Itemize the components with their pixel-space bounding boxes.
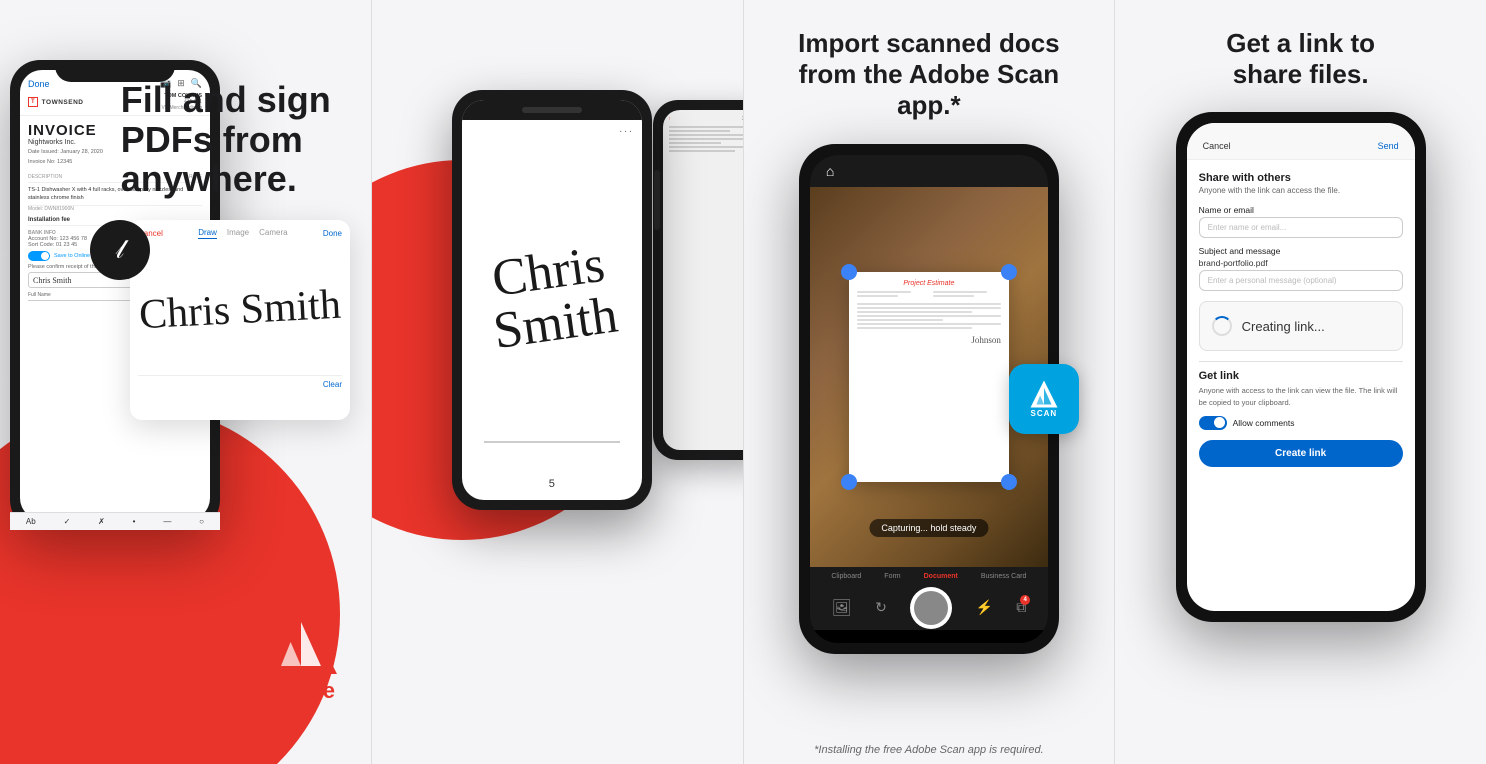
scan-doc-title: Project Estimate: [857, 280, 1001, 287]
tab-clipboard[interactable]: Clipboard: [831, 573, 861, 580]
share-top-bar: Cancel Send: [1187, 123, 1415, 160]
share-phone-wrapper: Cancel Send Share with others Anyone wit…: [1115, 112, 1486, 622]
toolbar-dash[interactable]: —: [163, 517, 171, 520]
name-email-label: Name or email: [1199, 205, 1403, 215]
handwriting-display: Chris Smith: [138, 281, 342, 340]
adobe-text: Adobe: [267, 678, 335, 704]
main-signature: Chris Smith: [467, 236, 636, 361]
scan-panel-title: Import scanned docs from the Adobe Scan …: [744, 0, 1115, 134]
panel2-fill-sign-right: ... Chris Smith 5 ↑ 367: [372, 0, 743, 764]
share-phone: Cancel Send Share with others Anyone wit…: [1176, 112, 1426, 622]
scan-adobe-icon: [1029, 379, 1059, 409]
invoice-model: Model: DWN81900N: [28, 206, 202, 212]
name-email-input[interactable]: Enter name or email...: [1199, 217, 1403, 238]
adobe-icon: [261, 598, 341, 678]
pdf-nav-phone: ↑ 3679 •: [653, 100, 743, 460]
toolbar-x[interactable]: ✗: [98, 517, 105, 520]
scan-document-overlay: Project Estimate: [849, 272, 1009, 482]
company-name: TOWNSEND: [42, 99, 84, 106]
panel4-share-link: Get a link to share files. Cancel Send S…: [1115, 0, 1486, 764]
home-icon: ⌂: [826, 163, 834, 179]
sort-code: Sort Code: 01 23 45: [28, 242, 87, 248]
save-toggle-label: Save to Online: [54, 253, 90, 259]
share-send-btn[interactable]: Send: [1378, 141, 1399, 151]
full-name-label: Full Name: [28, 292, 51, 298]
gallery-icon[interactable]: 🖼: [832, 598, 852, 618]
adobe-scan-badge: SCAN: [1009, 364, 1079, 434]
subject-value: brand-portfolio.pdf: [1199, 258, 1403, 268]
signature-drawing-area[interactable]: Chris Smith: [138, 245, 342, 375]
share-panel-title: Get a link to share files.: [1115, 0, 1486, 102]
toolbar-circle[interactable]: ○: [199, 517, 204, 520]
shutter-inner: [914, 591, 948, 625]
corner-tl: [841, 264, 857, 280]
share-content-area: Share with others Anyone with the link c…: [1187, 160, 1415, 479]
subject-label: Subject and message: [1199, 246, 1403, 256]
share-with-others-title: Share with others: [1199, 172, 1403, 184]
sig-done-btn[interactable]: Done: [323, 229, 342, 238]
scan-phone: ⌂ Project Estimate: [799, 144, 1059, 654]
sig-image-tab[interactable]: Image: [227, 228, 249, 239]
signature-draw-panel: Cancel Draw Image Camera Done Chris Smit…: [130, 220, 350, 420]
adobe-logo-area: Adobe: [261, 598, 341, 704]
panel3-adobe-scan: Import scanned docs from the Adobe Scan …: [744, 0, 1115, 764]
allow-comments-row: Allow comments: [1199, 416, 1403, 430]
toolbar-dot[interactable]: •: [133, 517, 136, 520]
signature-phone: ... Chris Smith 5: [452, 90, 652, 510]
allow-comments-toggle[interactable]: [1199, 416, 1227, 430]
scan-phone-wrapper: ⌂ Project Estimate: [744, 144, 1115, 654]
share-with-others-desc: Anyone with the link can access the file…: [1199, 186, 1403, 195]
townsend-logo: T: [28, 97, 38, 107]
save-toggle[interactable]: [28, 251, 50, 261]
get-link-section: Get link Anyone with access to the link …: [1199, 370, 1403, 467]
divider-share: [1199, 361, 1403, 362]
tab-document[interactable]: Document: [924, 573, 958, 580]
invoice-done-btn[interactable]: Done: [28, 79, 50, 89]
shutter-button[interactable]: [910, 587, 952, 629]
allow-comments-label: Allow comments: [1233, 418, 1295, 428]
create-link-btn[interactable]: Create link: [1199, 440, 1403, 467]
scan-badge-text: SCAN: [1031, 409, 1058, 418]
get-link-desc: Anyone with access to the link can view …: [1199, 385, 1403, 408]
sig-draw-tab[interactable]: Draw: [198, 228, 217, 239]
message-input[interactable]: Enter a personal message (optional): [1199, 270, 1403, 291]
scan-tabs-bar: Clipboard Form Document Business Card: [810, 567, 1048, 586]
creating-link-text: Creating link...: [1242, 319, 1325, 334]
flash-icon[interactable]: ⚡: [975, 599, 992, 616]
corner-bl: [841, 474, 857, 490]
tab-business-card[interactable]: Business Card: [981, 573, 1027, 580]
signature-icon: 𝓁: [90, 220, 150, 280]
loading-spinner: [1212, 316, 1232, 336]
scan-footnote: *Installing the free Adobe Scan app is r…: [744, 736, 1115, 764]
share-cancel-btn[interactable]: Cancel: [1203, 141, 1231, 151]
share-phone-screen: Cancel Send Share with others Anyone wit…: [1187, 123, 1415, 611]
corner-br: [1001, 474, 1017, 490]
tab-form[interactable]: Form: [884, 573, 900, 580]
scan-top-bar: ⌂: [810, 155, 1048, 187]
sig-clear-btn[interactable]: Clear: [323, 380, 342, 389]
sig-camera-tab[interactable]: Camera: [259, 228, 287, 239]
toolbar-ab[interactable]: Ab: [26, 517, 36, 520]
scan-doc-signature: Johnson: [971, 335, 1001, 345]
layers-icon[interactable]: ⧉ 4: [1016, 599, 1026, 616]
hold-steady-badge: Capturing... hold steady: [869, 519, 988, 537]
sig-icon-letter: 𝓁: [116, 235, 125, 266]
scan-bottom-controls: 🖼 ↻ ⚡ ⧉ 4: [810, 586, 1048, 630]
panel1-fill-sign: Done 📷 ⊞ 🔍 T TOWNSEND TOM C: [0, 0, 371, 764]
desc-header: DESCRIPTION: [28, 174, 62, 180]
fill-sign-heading: Fill and sign PDFs from anywhere.: [121, 80, 341, 199]
signature-value: Chris Smith: [33, 276, 71, 285]
creating-link-box: Creating link...: [1199, 301, 1403, 351]
corner-tr: [1001, 264, 1017, 280]
rotate-icon[interactable]: ↻: [875, 599, 887, 616]
toolbar-check[interactable]: ✓: [64, 517, 71, 520]
get-link-title: Get link: [1199, 370, 1403, 382]
